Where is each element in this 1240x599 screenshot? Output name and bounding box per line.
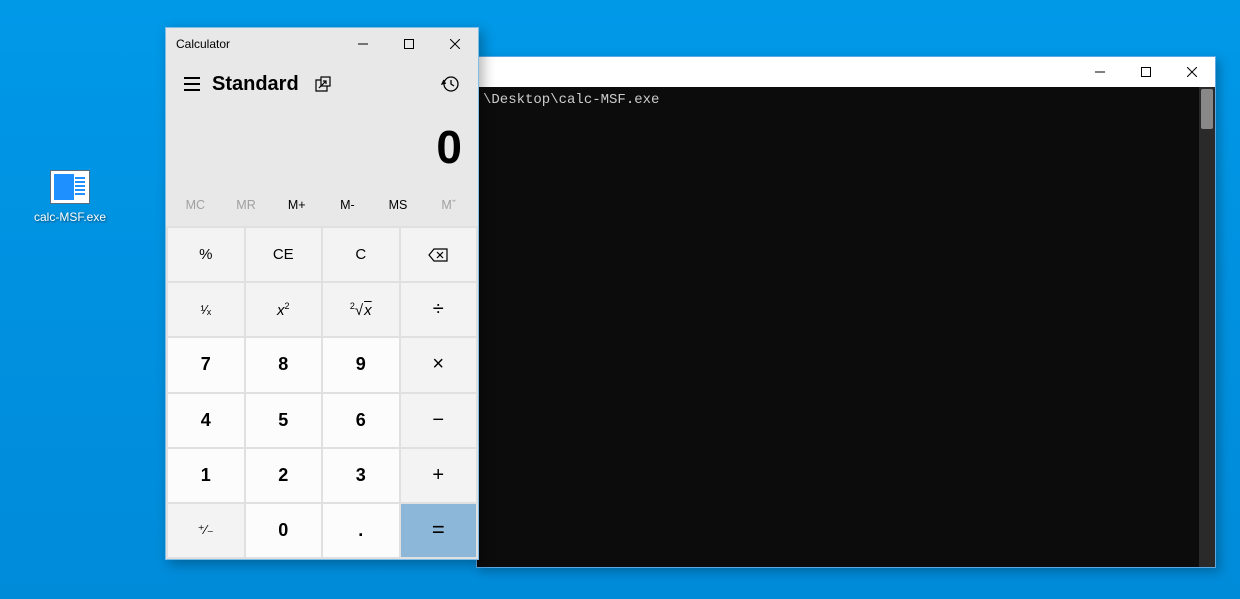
decimal-key[interactable]: .	[323, 504, 399, 557]
calculator-header: Standard	[166, 60, 478, 108]
console-body[interactable]: \Desktop\calc-MSF.exe	[477, 87, 1215, 567]
console-scrollbar[interactable]	[1199, 87, 1215, 567]
digit-3-key[interactable]: 3	[323, 449, 399, 502]
equals-key[interactable]: =	[401, 504, 477, 557]
calculator-keypad: % CE C ¹⁄ₓ x2 2√x ÷ 7 8 9 × 4 5 6 − 1	[166, 226, 478, 559]
maximize-icon	[404, 39, 414, 49]
square-root-key[interactable]: 2√x	[323, 283, 399, 336]
digit-4-key[interactable]: 4	[168, 394, 244, 447]
console-close-button[interactable]	[1169, 57, 1215, 87]
console-minimize-button[interactable]	[1077, 57, 1123, 87]
digit-7-key[interactable]: 7	[168, 338, 244, 391]
calculator-maximize-button[interactable]	[386, 29, 432, 59]
digit-8-key[interactable]: 8	[246, 338, 322, 391]
percent-key[interactable]: %	[168, 228, 244, 281]
minus-key[interactable]: −	[401, 394, 477, 447]
history-icon	[441, 75, 459, 93]
close-icon	[1187, 67, 1197, 77]
memory-row: MC MR M+ M- MS Mˇ	[166, 190, 478, 226]
memory-store-button[interactable]: MS	[373, 190, 424, 220]
desktop-icon-label: calc-MSF.exe	[32, 210, 108, 224]
minimize-icon	[358, 39, 368, 49]
maximize-icon	[1141, 67, 1151, 77]
memory-add-button[interactable]: M+	[271, 190, 322, 220]
multiply-key[interactable]: ×	[401, 338, 477, 391]
reciprocal-key[interactable]: ¹⁄ₓ	[168, 283, 244, 336]
keep-on-top-button[interactable]	[305, 66, 341, 102]
plus-key[interactable]: +	[401, 449, 477, 502]
digit-2-key[interactable]: 2	[246, 449, 322, 502]
negate-key[interactable]: ⁺⁄₋	[168, 504, 244, 557]
square-key[interactable]: x2	[246, 283, 322, 336]
clear-key[interactable]: C	[323, 228, 399, 281]
memory-list-button[interactable]: Mˇ	[423, 190, 474, 220]
desktop[interactable]: calc-MSF.exe \Desktop\calc-MSF.exe Calcu…	[0, 0, 1240, 599]
clear-entry-key[interactable]: CE	[246, 228, 322, 281]
console-maximize-button[interactable]	[1123, 57, 1169, 87]
memory-clear-button[interactable]: MC	[170, 190, 221, 220]
exe-icon	[50, 170, 90, 204]
desktop-icon-calc-msf[interactable]: calc-MSF.exe	[32, 170, 108, 224]
memory-subtract-button[interactable]: M-	[322, 190, 373, 220]
divide-key[interactable]: ÷	[401, 283, 477, 336]
digit-1-key[interactable]: 1	[168, 449, 244, 502]
calculator-titlebar[interactable]: Calculator	[166, 28, 478, 60]
calculator-window[interactable]: Calculator Standard	[165, 27, 479, 560]
console-window[interactable]: \Desktop\calc-MSF.exe	[476, 56, 1216, 568]
console-scroll-thumb[interactable]	[1201, 89, 1213, 129]
hamburger-icon	[184, 77, 200, 79]
console-titlebar[interactable]	[477, 57, 1215, 87]
calculator-close-button[interactable]	[432, 29, 478, 59]
calculator-display: 0	[166, 108, 478, 190]
menu-button[interactable]	[174, 66, 210, 102]
keep-on-top-icon	[315, 76, 331, 92]
digit-0-key[interactable]: 0	[246, 504, 322, 557]
calculator-title: Calculator	[176, 37, 340, 51]
minimize-icon	[1095, 67, 1105, 77]
digit-5-key[interactable]: 5	[246, 394, 322, 447]
memory-recall-button[interactable]: MR	[221, 190, 272, 220]
close-icon	[450, 39, 460, 49]
digit-9-key[interactable]: 9	[323, 338, 399, 391]
backspace-icon	[428, 248, 448, 262]
backspace-key[interactable]	[401, 228, 477, 281]
calculator-minimize-button[interactable]	[340, 29, 386, 59]
calculator-mode-label: Standard	[212, 73, 299, 96]
history-button[interactable]	[432, 66, 468, 102]
digit-6-key[interactable]: 6	[323, 394, 399, 447]
console-output-line: \Desktop\calc-MSF.exe	[483, 91, 1209, 111]
